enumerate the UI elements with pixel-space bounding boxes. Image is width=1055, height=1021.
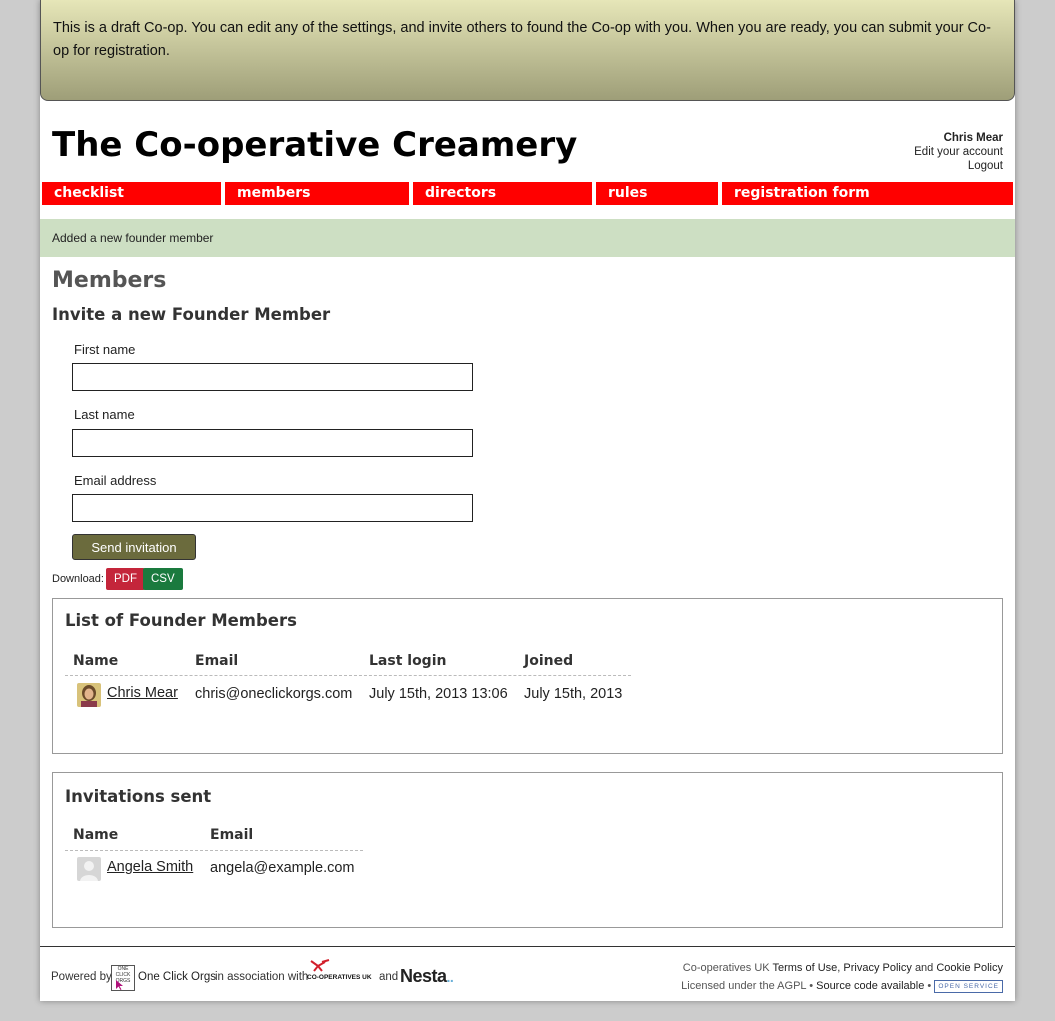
inv-col-header-email: Email [210, 827, 254, 843]
powered-by-text: Powered by [51, 971, 112, 983]
cooperatives-uk-logo: CO-OPERATIVES UK [307, 959, 375, 985]
inv-header-divider [65, 850, 363, 851]
invitations-panel: Invitations sent Name Email Angela Smith… [52, 772, 1003, 928]
placeholder-avatar [77, 857, 101, 881]
invitee-name-link[interactable]: Angela Smith [107, 859, 193, 875]
flash-text: Added a new founder member [52, 231, 214, 245]
nav-rules[interactable]: rules [596, 182, 718, 205]
one-click-orgs-logo: ONE CLICK ORGS [111, 965, 135, 991]
col-header-email: Email [195, 653, 239, 669]
source-code-link[interactable]: Source code available [816, 980, 924, 992]
coops-uk-bird-icon [310, 959, 330, 972]
invitations-heading: Invitations sent [65, 787, 212, 806]
footer-legal: Co-operatives UK Terms of Use, Privacy P… [681, 962, 1003, 993]
download-label: Download: [52, 573, 104, 585]
agpl-link[interactable]: AGPL [777, 980, 806, 992]
logout-link[interactable]: Logout [914, 159, 1003, 173]
and-text: and [379, 971, 399, 983]
nav-checklist[interactable]: checklist [42, 182, 221, 205]
user-name: Chris Mear [943, 132, 1003, 144]
draft-banner-text: This is a draft Co-op. You can edit any … [53, 20, 991, 59]
site-title: The Co-operative Creamery [52, 125, 578, 165]
cookie-link[interactable]: Cookie Policy [936, 962, 1003, 974]
header-divider [65, 675, 631, 676]
member-name-link[interactable]: Chris Mear [107, 685, 178, 701]
one-click-orgs-link[interactable]: One Click Orgs [138, 971, 216, 983]
first-name-label: First name [74, 342, 136, 357]
terms-link[interactable]: Terms of Use [772, 962, 837, 974]
photo-avatar [77, 683, 101, 707]
nav-registration-form[interactable]: registration form [722, 182, 1013, 205]
inv-col-header-name: Name [73, 827, 119, 843]
last-name-input[interactable] [72, 429, 473, 457]
member-email: chris@oneclickorgs.com [195, 686, 353, 702]
founder-members-heading: List of Founder Members [65, 611, 297, 630]
edit-account-link[interactable]: Edit your account [914, 145, 1003, 159]
user-box: Chris Mear Edit your account Logout [914, 131, 1003, 173]
email-input[interactable] [72, 494, 473, 522]
invitee-email: angela@example.com [210, 860, 355, 876]
col-header-joined: Joined [524, 653, 574, 669]
col-header-last-login: Last login [369, 653, 447, 669]
association-text: in association with [215, 971, 309, 983]
nesta-logo: Nesta.. [400, 966, 454, 986]
page-heading: Members [52, 268, 167, 293]
founder-members-panel: List of Founder Members Name Email Last … [52, 598, 1003, 754]
licensed-text: Licensed under the [681, 980, 775, 992]
invite-heading: Invite a new Founder Member [52, 305, 331, 324]
main-nav: checklist members directors rules regist… [42, 182, 1013, 205]
last-name-label: Last name [74, 407, 135, 422]
nav-directors[interactable]: directors [413, 182, 592, 205]
footer: Powered by ONE CLICK ORGS One Click Orgs… [40, 946, 1015, 1001]
nav-members[interactable]: members [225, 182, 409, 205]
email-label: Email address [74, 473, 157, 488]
member-joined: July 15th, 2013 [524, 686, 623, 702]
open-service-badge[interactable]: OPEN SERVICE [934, 979, 1003, 993]
download-pdf-button[interactable]: PDF [106, 568, 145, 590]
send-invitation-button[interactable]: Send invitation [72, 534, 196, 560]
col-header-name: Name [73, 653, 119, 669]
coops-uk-link[interactable]: Co-operatives UK [683, 962, 770, 974]
flash-message: Added a new founder member [40, 219, 1015, 257]
privacy-link[interactable]: Privacy Policy [843, 962, 911, 974]
draft-banner: This is a draft Co-op. You can edit any … [40, 0, 1015, 101]
first-name-input[interactable] [72, 363, 473, 391]
member-last-login: July 15th, 2013 13:06 [369, 686, 508, 702]
download-csv-button[interactable]: CSV [143, 568, 183, 590]
page: This is a draft Co-op. You can edit any … [40, 0, 1015, 1001]
